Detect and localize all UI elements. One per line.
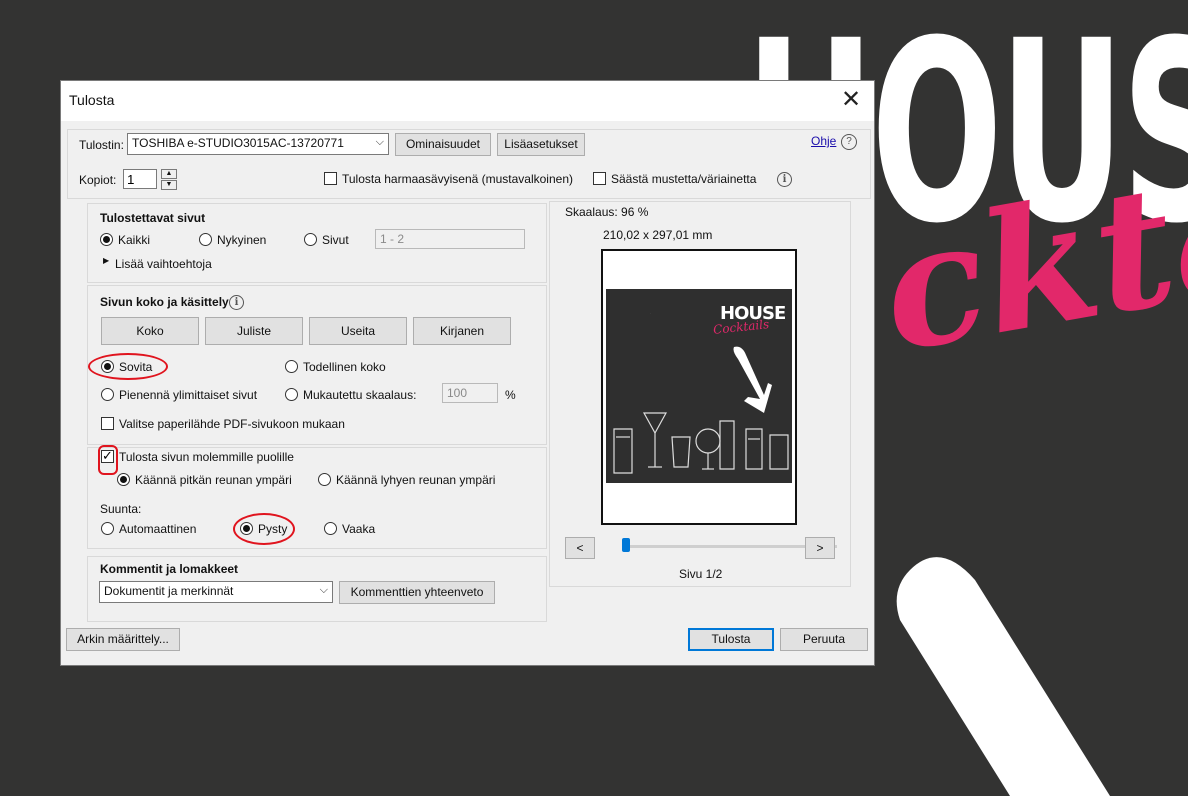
pages-range-label: Sivut	[322, 233, 349, 247]
paper-source-label: Valitse paperilähde PDF-sivukoon mukaan	[119, 417, 345, 431]
comments-select-value: Dokumentit ja merkinnät	[104, 584, 234, 598]
orientation-label: Suunta:	[100, 502, 142, 516]
tab-booklet[interactable]: Kirjanen	[413, 317, 511, 345]
preview-small-text: ·	[650, 311, 651, 315]
paper-source-checkbox[interactable]	[101, 417, 114, 430]
printer-select-value: TOSHIBA e-STUDIO3015AC-13720771	[132, 136, 344, 150]
all-pages-label: Kaikki	[118, 233, 151, 247]
custom-scale-input[interactable]: 100	[442, 383, 498, 403]
percent-label: %	[505, 388, 516, 402]
help-link[interactable]: Ohje	[811, 134, 836, 148]
expand-triangle-icon[interactable]: ▶	[103, 256, 109, 265]
save-ink-label: Säästä mustetta/väriainetta	[611, 172, 757, 186]
preview-arrow-icon	[733, 346, 772, 413]
stepper-down-icon[interactable]: ▼	[161, 180, 177, 190]
duplex-label: Tulosta sivun molemmille puolille	[119, 450, 294, 464]
tab-multiple[interactable]: Useita	[309, 317, 407, 345]
chevron-down-icon: ⌵	[375, 136, 384, 148]
info-icon[interactable]: i	[777, 172, 792, 187]
radio-custom-scale[interactable]	[285, 388, 298, 401]
scale-text: Skaalaus: 96 %	[565, 205, 649, 219]
page-indicator: Sivu 1/2	[679, 567, 723, 581]
copies-stepper[interactable]: ▲ ▼	[161, 169, 177, 190]
radio-shrink[interactable]	[101, 388, 114, 401]
copies-label: Kopiot:	[79, 173, 117, 187]
save-ink-checkbox[interactable]	[593, 172, 606, 185]
stepper-up-icon[interactable]: ▲	[161, 169, 177, 179]
grayscale-checkbox[interactable]	[324, 172, 337, 185]
cancel-button[interactable]: Peruuta	[780, 628, 868, 651]
title-bar: Tulosta ✕	[61, 81, 874, 121]
comments-select[interactable]: Dokumentit ja merkinnät ⌵	[99, 581, 333, 603]
actual-size-label: Todellinen koko	[303, 360, 386, 374]
custom-scale-label: Mukautettu skaalaus:	[303, 388, 417, 402]
prev-page-button[interactable]: <	[565, 537, 595, 559]
current-page-label: Nykyinen	[217, 233, 267, 247]
grayscale-label: Tulosta harmaasävyisenä (mustavalkoinen)	[342, 172, 573, 186]
radio-short-edge[interactable]	[318, 473, 331, 486]
short-edge-label: Käännä lyhyen reunan ympäri	[336, 473, 496, 487]
shrink-label: Pienennä ylimittaiset sivut	[119, 388, 258, 402]
comments-title: Kommentit ja lomakkeet	[100, 562, 239, 576]
help-icon[interactable]: ?	[841, 134, 857, 150]
red-annotation-mark	[98, 445, 118, 475]
comments-summary-button[interactable]: Kommenttien yhteenveto	[339, 581, 495, 604]
long-edge-label: Käännä pitkän reunan ympäri	[135, 473, 292, 487]
printer-label: Tulostin:	[79, 138, 124, 152]
advanced-button[interactable]: Lisäasetukset	[497, 133, 585, 156]
properties-button[interactable]: Ominaisuudet	[395, 133, 491, 156]
dialog-title: Tulosta	[69, 92, 115, 108]
radio-auto-orientation[interactable]	[101, 522, 114, 535]
auto-orientation-label: Automaattinen	[119, 522, 197, 536]
red-annotation-circle	[88, 353, 168, 380]
next-page-button[interactable]: >	[805, 537, 835, 559]
print-button[interactable]: Tulosta	[688, 628, 774, 651]
page-slider-thumb[interactable]	[622, 538, 630, 552]
radio-current-page[interactable]	[199, 233, 212, 246]
pages-to-print-title: Tulostettavat sivut	[100, 211, 206, 225]
background-arrow-shape	[896, 557, 1110, 796]
tab-poster[interactable]: Juliste	[205, 317, 303, 345]
dimensions-text: 210,02 x 297,01 mm	[603, 228, 713, 242]
pages-range-input[interactable]: 1 - 2	[375, 229, 525, 249]
radio-all-pages[interactable]	[100, 233, 113, 246]
radio-long-edge[interactable]	[117, 473, 130, 486]
red-annotation-circle-portrait	[233, 513, 295, 545]
radio-landscape[interactable]	[324, 522, 337, 535]
close-icon[interactable]: ✕	[836, 86, 866, 114]
preview-artwork: · HOUSE Cocktails	[606, 289, 792, 483]
copies-input[interactable]	[123, 169, 157, 189]
landscape-label: Vaaka	[342, 522, 376, 536]
radio-actual-size[interactable]	[285, 360, 298, 373]
preview-glasses-illustration	[613, 412, 789, 474]
tab-size[interactable]: Koko	[101, 317, 199, 345]
page-setup-button[interactable]: Arkin määrittely...	[66, 628, 180, 651]
printer-select[interactable]: TOSHIBA e-STUDIO3015AC-13720771 ⌵	[127, 133, 389, 155]
page-sizing-title: Sivun koko ja käsittely	[100, 295, 229, 309]
page-preview: · HOUSE Cocktails	[601, 249, 797, 525]
chevron-down-icon: ⌵	[319, 584, 328, 596]
radio-pages-range[interactable]	[304, 233, 317, 246]
more-options-link[interactable]: Lisää vaihtoehtoja	[115, 257, 212, 271]
print-dialog: Tulosta ✕ Tulostin: TOSHIBA e-STUDIO3015…	[60, 80, 875, 666]
page-sizing-info-icon[interactable]: i	[229, 295, 244, 310]
